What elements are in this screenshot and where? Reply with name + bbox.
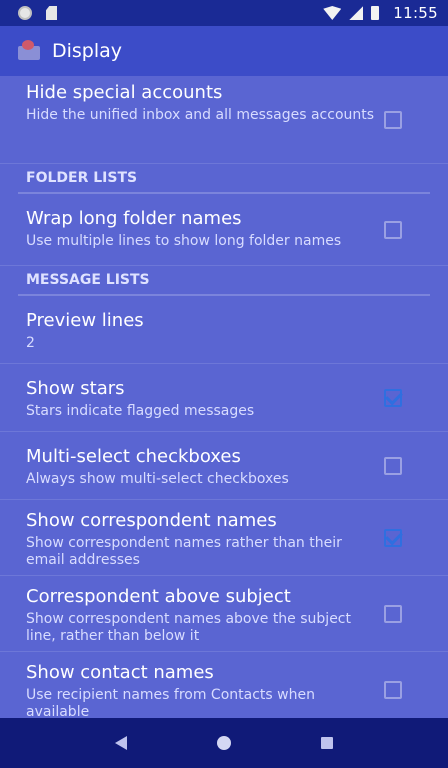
signal-icon [349,6,364,20]
home-icon[interactable] [217,736,231,750]
battery-icon [371,6,380,20]
pref-title: Show stars [26,378,125,399]
pref-title: Preview lines [26,310,144,331]
pref-title: Show correspondent names [26,510,277,531]
pref-summary: Use recipient names from Contacts when a… [26,687,315,718]
pref-title: Show contact names [26,662,214,683]
status-time: 11:55 [393,4,438,22]
show-stars-checkbox[interactable] [384,388,402,407]
pref-title: Wrap long folder names [26,208,242,229]
pref-summary: 2 [26,335,35,351]
notification-dot-icon [18,6,32,20]
pref-summary: Hide the unified inbox and all messages … [26,107,375,123]
pref-multi-select[interactable]: Multi-select checkboxes Always show mult… [0,432,448,500]
back-icon[interactable] [115,736,127,750]
app-bar: Display [0,26,448,76]
show-contact-names-checkbox[interactable] [384,681,402,699]
pref-wrap-folder-names[interactable]: Wrap long folder names Use multiple line… [0,194,448,266]
pref-title: Hide special accounts [26,82,223,103]
app-logo-icon[interactable] [16,38,42,64]
wifi-icon [323,6,342,20]
pref-summary: Always show multi-select checkboxes [26,471,289,487]
pref-summary: Show correspondent names rather than the… [26,535,342,568]
status-bar: 11:55 [0,0,448,26]
navigation-bar [0,718,448,768]
section-header-folder-lists: FOLDER LISTS [18,164,430,194]
pref-show-stars[interactable]: Show stars Stars indicate flagged messag… [0,364,448,432]
wrap-folder-names-checkbox[interactable] [384,220,402,239]
show-correspondent-names-checkbox[interactable] [384,528,402,547]
sd-card-icon [46,6,57,20]
hide-special-accounts-checkbox[interactable] [384,110,402,129]
pref-title: Correspondent above subject [26,586,291,607]
pref-hide-special-accounts[interactable]: Hide special accounts Hide the unified i… [0,76,448,164]
pref-summary: Use multiple lines to show long folder n… [26,233,342,249]
pref-show-correspondent-names[interactable]: Show correspondent names Show correspond… [0,500,448,576]
pref-summary: Show correspondent names above the subje… [26,611,351,644]
pref-preview-lines[interactable]: Preview lines 2 [0,296,448,364]
section-header-message-lists: MESSAGE LISTS [18,266,430,296]
page-title: Display [52,40,123,62]
multi-select-checkbox[interactable] [384,456,402,475]
pref-correspondent-above-subject[interactable]: Correspondent above subject Show corresp… [0,576,448,652]
correspondent-above-subject-checkbox[interactable] [384,604,402,623]
recent-apps-icon[interactable] [321,737,333,749]
pref-summary: Stars indicate flagged messages [26,403,255,419]
settings-list[interactable]: Hide special accounts Hide the unified i… [0,76,448,718]
pref-show-contact-names[interactable]: Show contact names Use recipient names f… [0,652,448,718]
pref-title: Multi-select checkboxes [26,446,241,467]
